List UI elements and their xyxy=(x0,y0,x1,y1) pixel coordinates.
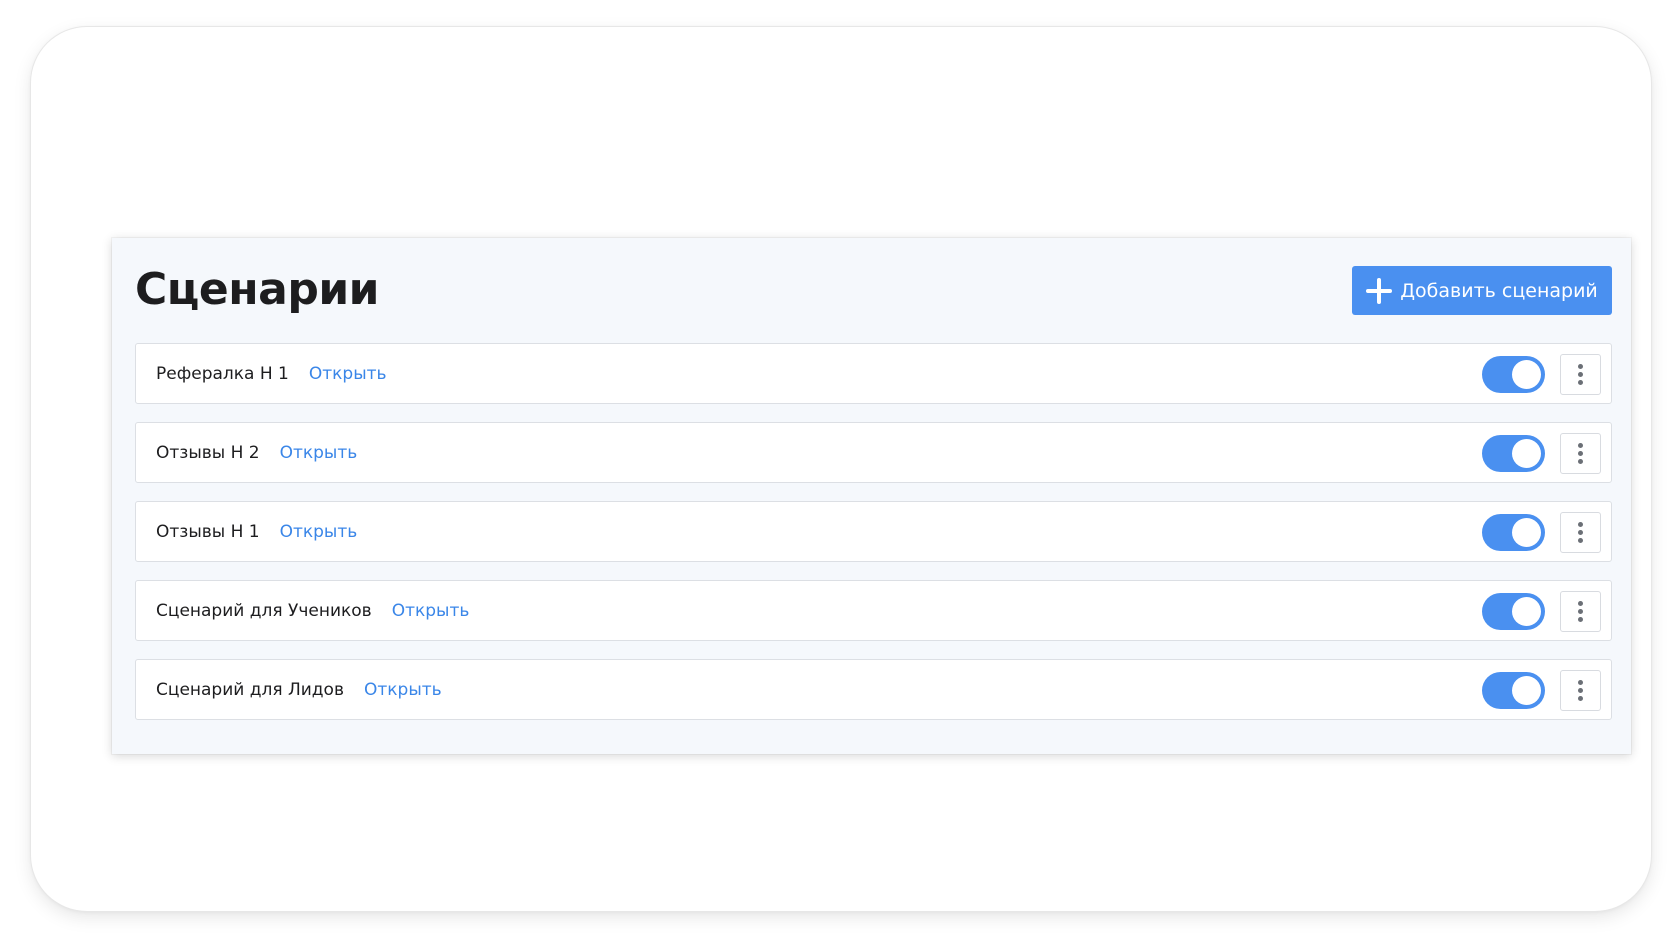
toggle-knob xyxy=(1512,439,1541,468)
open-link[interactable]: Открыть xyxy=(392,601,470,621)
open-link[interactable]: Открыть xyxy=(309,364,387,384)
toggle-knob xyxy=(1512,597,1541,626)
add-scenario-button[interactable]: Добавить сценарий xyxy=(1352,266,1612,315)
more-vertical-icon[interactable] xyxy=(1560,591,1601,632)
scenario-name: Отзывы Н 2 xyxy=(156,442,260,463)
scenario-toggle[interactable] xyxy=(1482,672,1545,709)
menu-dot xyxy=(1578,609,1583,614)
more-vertical-icon[interactable] xyxy=(1560,433,1601,474)
scenario-name: Сценарий для Лидов xyxy=(156,679,344,700)
menu-dot xyxy=(1578,451,1583,456)
menu-dot xyxy=(1578,530,1583,535)
menu-dot xyxy=(1578,538,1583,543)
open-link[interactable]: Открыть xyxy=(280,443,358,463)
open-link[interactable]: Открыть xyxy=(280,522,358,542)
scenario-toggle[interactable] xyxy=(1482,356,1545,393)
more-vertical-icon[interactable] xyxy=(1560,512,1601,553)
scenario-row: Сценарий для Лидов Открыть xyxy=(135,659,1612,720)
menu-dot xyxy=(1578,617,1583,622)
menu-dot xyxy=(1578,601,1583,606)
scenario-row: Рефералка Н 1 Открыть xyxy=(135,343,1612,404)
menu-dot xyxy=(1578,688,1583,693)
scenario-toggle[interactable] xyxy=(1482,435,1545,472)
open-link[interactable]: Открыть xyxy=(364,680,442,700)
more-vertical-icon[interactable] xyxy=(1560,670,1601,711)
scenario-toggle[interactable] xyxy=(1482,593,1545,630)
menu-dot xyxy=(1578,522,1583,527)
page-title: Сценарии xyxy=(135,264,380,315)
menu-dot xyxy=(1578,443,1583,448)
scenario-list: Рефералка Н 1 Открыть Отзывы Н 2 Открыть xyxy=(135,343,1612,738)
window-frame: Сценарии Добавить сценарий Рефералка Н 1… xyxy=(31,27,1651,911)
add-scenario-label: Добавить сценарий xyxy=(1400,279,1598,302)
toggle-knob xyxy=(1512,518,1541,547)
menu-dot xyxy=(1578,459,1583,464)
menu-dot xyxy=(1578,364,1583,369)
scenarios-panel: Сценарии Добавить сценарий Рефералка Н 1… xyxy=(112,238,1631,754)
more-vertical-icon[interactable] xyxy=(1560,354,1601,395)
toggle-knob xyxy=(1512,360,1541,389)
scenario-name: Сценарий для Учеников xyxy=(156,600,372,621)
toggle-knob xyxy=(1512,676,1541,705)
scenario-toggle[interactable] xyxy=(1482,514,1545,551)
scenario-row: Сценарий для Учеников Открыть xyxy=(135,580,1612,641)
scenario-row: Отзывы Н 2 Открыть xyxy=(135,422,1612,483)
menu-dot xyxy=(1578,380,1583,385)
plus-icon xyxy=(1366,277,1393,304)
scenario-name: Отзывы Н 1 xyxy=(156,521,260,542)
menu-dot xyxy=(1578,372,1583,377)
scenario-name: Рефералка Н 1 xyxy=(156,363,289,384)
menu-dot xyxy=(1578,680,1583,685)
menu-dot xyxy=(1578,696,1583,701)
scenario-row: Отзывы Н 1 Открыть xyxy=(135,501,1612,562)
